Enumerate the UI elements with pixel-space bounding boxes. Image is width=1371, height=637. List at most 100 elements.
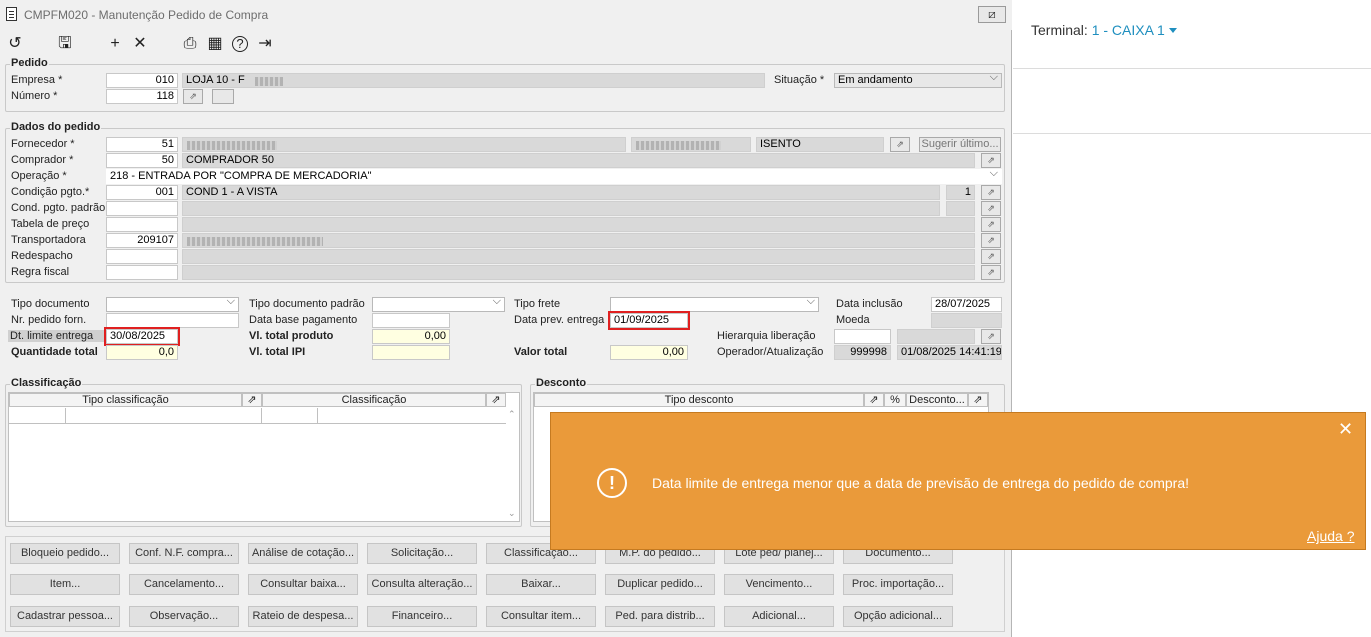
transportadora-label: Transportadora xyxy=(11,234,86,246)
undo-icon[interactable]: ↺ xyxy=(5,34,25,54)
hierarquia-search-icon[interactable]: ⇗ xyxy=(981,329,1001,344)
col-classificacao[interactable]: Classificação xyxy=(262,393,486,407)
terminal-value[interactable]: 1 - CAIXA 1 xyxy=(1092,22,1165,38)
delete-icon[interactable]: ✕ xyxy=(130,34,150,54)
action-button-observa-o[interactable]: Observação... xyxy=(129,606,239,627)
cond-padrao-code-field[interactable] xyxy=(106,201,178,216)
nr-pedido-forn-field[interactable] xyxy=(106,313,239,328)
tipo-doc-label: Tipo documento xyxy=(11,298,90,310)
warning-toast: ! Data limite de entrega menor que a dat… xyxy=(550,412,1366,550)
situacao-select[interactable]: Em andamento xyxy=(834,71,1002,88)
print-icon[interactable]: ⎙ xyxy=(180,34,200,54)
transportadora-code-field[interactable]: 209107 xyxy=(106,233,178,248)
col-tipo-desconto[interactable]: Tipo desconto xyxy=(534,393,864,407)
regra-fiscal-name-field xyxy=(182,265,975,280)
comprador-code-field[interactable]: 50 xyxy=(106,153,178,168)
action-button-proc-importa-o[interactable]: Proc. importação... xyxy=(843,574,953,595)
col-desconto-search-icon[interactable]: ⇗ xyxy=(968,393,988,407)
qtd-total-field: 0,0 xyxy=(106,345,178,360)
action-button-cadastrar-pessoa[interactable]: Cadastrar pessoa... xyxy=(10,606,120,627)
action-button-consultar-baixa[interactable]: Consultar baixa... xyxy=(248,574,358,595)
operacao-label: Operação * xyxy=(11,170,67,182)
save-icon[interactable]: 🖫 xyxy=(55,34,75,54)
empresa-code-field[interactable]: 010 xyxy=(106,73,178,88)
tipo-frete-select[interactable] xyxy=(610,295,819,312)
tipo-doc-select[interactable] xyxy=(106,295,239,312)
condicao-search-icon[interactable]: ⇗ xyxy=(981,185,1001,200)
fornecedor-code-field[interactable]: 51 xyxy=(106,137,178,152)
redespacho-code-field[interactable] xyxy=(106,249,178,264)
add-icon[interactable]: + xyxy=(105,34,125,54)
tipo-doc-padrao-label: Tipo documento padrão xyxy=(249,298,365,310)
data-base-field[interactable] xyxy=(372,313,450,328)
comprador-search-icon[interactable]: ⇗ xyxy=(981,153,1001,168)
tabela-search-icon[interactable]: ⇗ xyxy=(981,217,1001,232)
action-button-consulta-altera-o[interactable]: Consulta alteração... xyxy=(367,574,477,595)
action-button-financeiro[interactable]: Financeiro... xyxy=(367,606,477,627)
action-button-adicional[interactable]: Adicional... xyxy=(724,606,834,627)
fornecedor-doc-field xyxy=(631,137,751,152)
isento-field: ISENTO xyxy=(756,137,884,152)
data-inclusao-field[interactable]: 28/07/2025 xyxy=(931,297,1002,312)
moeda-field xyxy=(931,313,1002,328)
dados-title: Dados do pedido xyxy=(10,121,102,133)
help-icon[interactable]: ? xyxy=(232,36,248,52)
action-button-cancelamento[interactable]: Cancelamento... xyxy=(129,574,239,595)
hierarquia-label: Hierarquia liberação xyxy=(717,330,816,342)
condicao-parcelas-field: 1 xyxy=(946,185,975,200)
empresa-name-field: LOJA 10 - F xyxy=(182,73,765,88)
cond-padrao-search-icon[interactable]: ⇗ xyxy=(981,201,1001,216)
hierarquia-name-field xyxy=(897,329,975,344)
action-button-baixar[interactable]: Baixar... xyxy=(486,574,596,595)
action-button-consultar-item[interactable]: Consultar item... xyxy=(486,606,596,627)
classificacao-grid[interactable]: Tipo classificação ⇗ Classificação ⇗ ⌃ ⌄ xyxy=(8,392,520,522)
help-link[interactable]: Ajuda ? xyxy=(1307,528,1354,544)
action-button-ped-para-distrib[interactable]: Ped. para distrib... xyxy=(605,606,715,627)
tabela-code-field[interactable] xyxy=(106,217,178,232)
numero-search-icon[interactable]: ⇗ xyxy=(183,89,203,104)
col-tipo-classificacao[interactable]: Tipo classificação xyxy=(9,393,242,407)
action-button-duplicar-pedido[interactable]: Duplicar pedido... xyxy=(605,574,715,595)
calendar-icon[interactable]: ▦ xyxy=(205,34,225,54)
transportadora-search-icon[interactable]: ⇗ xyxy=(981,233,1001,248)
numero-field[interactable]: 118 xyxy=(106,89,178,104)
operacao-select[interactable]: 218 - ENTRADA POR "COMPRA DE MERCADORIA" xyxy=(106,167,1002,184)
action-button-bloqueio-pedido[interactable]: Bloqueio pedido... xyxy=(10,543,120,564)
fornecedor-search-icon[interactable]: ⇗ xyxy=(890,137,910,152)
col-tipo-desconto-search-icon[interactable]: ⇗ xyxy=(864,393,884,407)
divider xyxy=(1013,133,1371,134)
action-button-item[interactable]: Item... xyxy=(10,574,120,595)
data-inclusao-label: Data inclusão xyxy=(836,298,903,310)
col-desconto[interactable]: Desconto... xyxy=(906,393,968,407)
fornecedor-name-field xyxy=(182,137,626,152)
redespacho-search-icon[interactable]: ⇗ xyxy=(981,249,1001,264)
window-close-button[interactable]: ⧄ xyxy=(978,6,1006,23)
action-button-solicita-o[interactable]: Solicitação... xyxy=(367,543,477,564)
regra-fiscal-code-field[interactable] xyxy=(106,265,178,280)
action-button-op-o-adicional[interactable]: Opção adicional... xyxy=(843,606,953,627)
tipo-doc-padrao-select[interactable] xyxy=(372,295,505,312)
regra-fiscal-search-icon[interactable]: ⇗ xyxy=(981,265,1001,280)
terminal-selector[interactable]: Terminal: 1 - CAIXA 1 xyxy=(1031,22,1177,38)
action-button-an-lise-de-cota-o[interactable]: Análise de cotação... xyxy=(248,543,358,564)
window-title: CMPFM020 - Manutenção Pedido de Compra xyxy=(24,8,269,22)
col-tipo-classificacao-search-icon[interactable]: ⇗ xyxy=(242,393,262,407)
exit-icon[interactable]: ⇥ xyxy=(255,34,275,54)
hierarquia-code-field[interactable] xyxy=(834,329,891,344)
col-classificacao-search-icon[interactable]: ⇗ xyxy=(486,393,506,407)
col-percent[interactable]: % xyxy=(884,393,906,407)
table-row[interactable] xyxy=(9,408,506,424)
cond-padrao-label: Cond. pgto. padrão xyxy=(11,202,106,214)
action-button-vencimento[interactable]: Vencimento... xyxy=(724,574,834,595)
vl-total-ipi-field xyxy=(372,345,450,360)
caret-down-icon[interactable] xyxy=(1168,28,1177,33)
condicao-code-field[interactable]: 001 xyxy=(106,185,178,200)
close-icon[interactable]: ✕ xyxy=(1338,419,1353,440)
numero-extra-button[interactable] xyxy=(212,89,234,104)
classificacao-scrollbar[interactable]: ⌃ ⌄ xyxy=(507,407,519,519)
sugerir-ultimo-button[interactable]: Sugerir último... xyxy=(919,137,1001,152)
action-button-conf-n-f-compra[interactable]: Conf. N.F. compra... xyxy=(129,543,239,564)
action-button-rateio-de-despesa[interactable]: Rateio de despesa... xyxy=(248,606,358,627)
comprador-name-field: COMPRADOR 50 xyxy=(182,153,975,168)
condicao-label: Condição pgto.* xyxy=(11,186,90,198)
